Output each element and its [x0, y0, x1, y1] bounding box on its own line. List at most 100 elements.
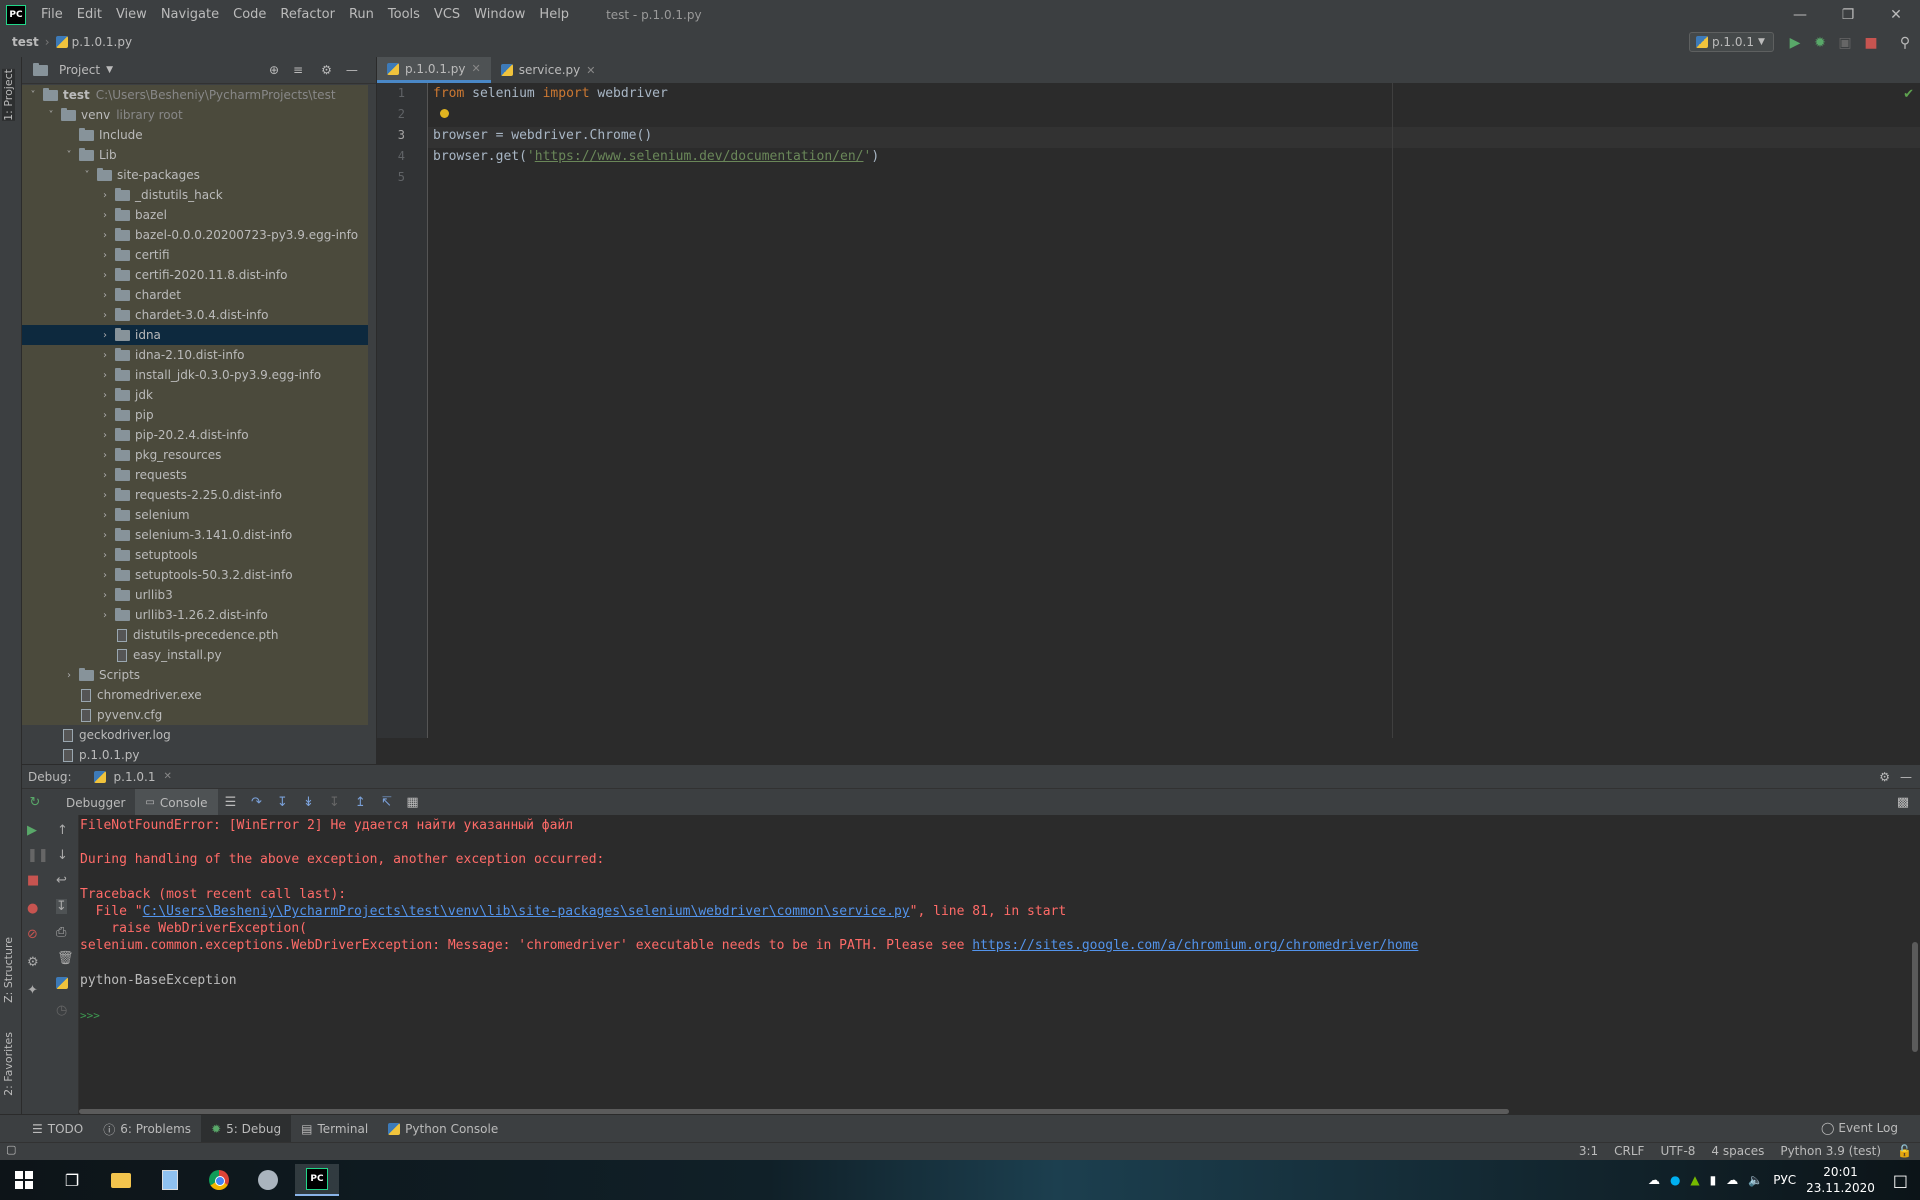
volume-icon[interactable]: 🔈	[1748, 1173, 1763, 1187]
chevron-right-icon[interactable]: ›	[98, 610, 112, 621]
minimize-icon[interactable]: —	[1776, 0, 1824, 29]
chevron-right-icon[interactable]: ›	[98, 210, 112, 221]
history-icon[interactable]: ◷	[56, 1003, 67, 1018]
tree-folder-item[interactable]: › requests-2.25.0.dist-info	[22, 485, 368, 505]
chevron-right-icon[interactable]: ›	[98, 290, 112, 301]
step-into-my-code-icon[interactable]: ↡	[296, 795, 322, 810]
chevron-right-icon[interactable]: ›	[98, 490, 112, 501]
python-console-icon[interactable]	[56, 977, 68, 993]
menu-icon[interactable]: ☰	[218, 795, 244, 810]
hide-panel-icon[interactable]: —	[1900, 770, 1912, 784]
run-configuration-select[interactable]: p.1.0.1 ▼	[1689, 32, 1774, 52]
chevron-down-icon[interactable]: ˅	[26, 90, 40, 101]
rerun-icon[interactable]: ↻	[22, 795, 48, 810]
lock-icon[interactable]: 🔓	[1897, 1144, 1912, 1158]
close-icon[interactable]: ✕	[163, 771, 171, 782]
search-icon[interactable]: ⚲	[1896, 34, 1914, 52]
project-panel-title[interactable]: Project	[59, 63, 100, 77]
gear-icon[interactable]: ⚙	[321, 63, 332, 77]
tree-folder-item[interactable]: ˅ site-packages	[22, 165, 368, 185]
tree-folder-item[interactable]: ˅ venv library root	[22, 105, 368, 125]
chevron-right-icon[interactable]: ›	[98, 370, 112, 381]
tree-folder-item[interactable]: › Scripts	[22, 665, 368, 685]
up-arrow-icon[interactable]: ↑	[57, 823, 68, 838]
chevron-right-icon[interactable]: ›	[98, 310, 112, 321]
tab-debug[interactable]: ✹ 5: Debug	[201, 1115, 292, 1143]
tree-folder-item[interactable]: › pip	[22, 405, 368, 425]
chevron-right-icon[interactable]: ›	[62, 670, 76, 681]
stop-icon[interactable]: ■	[27, 873, 39, 888]
menu-vcs[interactable]: VCS	[427, 7, 467, 22]
traceback-file-link[interactable]: C:\Users\Besheniy\PycharmProjects\test\v…	[143, 904, 910, 919]
tree-folder-item[interactable]: › setuptools	[22, 545, 368, 565]
tree-folder-item[interactable]: › pip-20.2.4.dist-info	[22, 425, 368, 445]
tab-project[interactable]: 1: Project	[2, 69, 15, 121]
menu-run[interactable]: Run	[342, 7, 381, 22]
trash-icon[interactable]: 🗑	[57, 951, 74, 966]
step-over-icon[interactable]: ↷	[244, 795, 270, 810]
chevron-right-icon[interactable]: ›	[98, 350, 112, 361]
menu-view[interactable]: View	[109, 7, 154, 22]
chevron-right-icon[interactable]: ›	[98, 330, 112, 341]
tree-folder-item[interactable]: › jdk	[22, 385, 368, 405]
tab-problems[interactable]: ⓘ 6: Problems	[93, 1115, 201, 1143]
tree-file-item[interactable]: pyvenv.cfg	[22, 705, 368, 725]
pause-icon[interactable]: ❚❚	[27, 848, 49, 863]
debug-session-tab[interactable]: p.1.0.1	[114, 770, 156, 784]
notepad-icon[interactable]	[148, 1164, 192, 1196]
chevron-right-icon[interactable]: ›	[98, 410, 112, 421]
chevron-right-icon[interactable]: ›	[98, 450, 112, 461]
language-indicator[interactable]: РУС	[1773, 1173, 1796, 1187]
chevron-down-icon[interactable]: ˅	[80, 170, 94, 181]
chevron-right-icon[interactable]: ›	[98, 390, 112, 401]
tree-folder-item[interactable]: › _distutils_hack	[22, 185, 368, 205]
python-interpreter[interactable]: Python 3.9 (test)	[1780, 1144, 1881, 1158]
layout-icon[interactable]: ▩	[1890, 795, 1916, 810]
tree-folder-item[interactable]: › bazel-0.0.0.20200723-py3.9.egg-info	[22, 225, 368, 245]
tree-folder-item[interactable]: ˅ test C:\Users\Besheniy\PycharmProjects\t…	[22, 85, 368, 105]
tree-folder-item[interactable]: › certifi-2020.11.8.dist-info	[22, 265, 368, 285]
tab-service-py[interactable]: service.py ✕	[491, 57, 606, 83]
menu-navigate[interactable]: Navigate	[154, 7, 226, 22]
chevron-right-icon[interactable]: ›	[98, 190, 112, 201]
windows-start-icon[interactable]	[2, 1164, 46, 1196]
pycharm-taskbar-icon[interactable]: PC	[295, 1164, 339, 1196]
tree-folder-item[interactable]: › urllib3	[22, 585, 368, 605]
tree-folder-item[interactable]: › idna-2.10.dist-info	[22, 345, 368, 365]
tree-folder-item[interactable]: › requests	[22, 465, 368, 485]
chevron-right-icon[interactable]: ›	[98, 570, 112, 581]
tree-folder-item[interactable]: › idna	[22, 325, 368, 345]
down-arrow-icon[interactable]: ↓	[57, 848, 68, 863]
hide-panel-icon[interactable]: —	[346, 63, 358, 77]
locate-icon[interactable]: ⊕	[269, 63, 279, 77]
tree-folder-item[interactable]: › urllib3-1.26.2.dist-info	[22, 605, 368, 625]
console-vertical-scrollbar[interactable]	[1912, 942, 1918, 1052]
menu-tools[interactable]: Tools	[381, 7, 427, 22]
chevron-right-icon[interactable]: ›	[98, 530, 112, 541]
breadcrumb-file[interactable]: p.1.0.1.py	[72, 35, 133, 49]
mute-breakpoints-icon[interactable]: ⊘	[27, 927, 38, 942]
tree-folder-item[interactable]: › pkg_resources	[22, 445, 368, 465]
debug-icon[interactable]: ✹	[1811, 34, 1829, 52]
file-explorer-icon[interactable]	[99, 1164, 143, 1196]
tree-file-item[interactable]: distutils-precedence.pth	[22, 625, 368, 645]
tab-debugger[interactable]: Debugger	[56, 789, 135, 816]
battery-icon[interactable]: ▮	[1710, 1173, 1717, 1187]
chevron-right-icon[interactable]: ›	[98, 430, 112, 441]
tree-file-item[interactable]: geckodriver.log	[22, 725, 368, 745]
caret-position[interactable]: 3:1	[1579, 1144, 1598, 1158]
resume-icon[interactable]: ▶	[27, 823, 37, 838]
console-prompt[interactable]: >>>	[80, 1009, 100, 1022]
chevron-right-icon[interactable]: ›	[98, 270, 112, 281]
chevron-right-icon[interactable]: ›	[98, 510, 112, 521]
soft-wrap-icon[interactable]: ↩	[56, 873, 67, 888]
tab-structure[interactable]: Z: Structure	[2, 937, 15, 1003]
tree-folder-item[interactable]: ˅ Lib	[22, 145, 368, 165]
skype-icon[interactable]: ●	[1670, 1173, 1680, 1187]
menu-refactor[interactable]: Refactor	[273, 7, 342, 22]
tree-file-item[interactable]: chromedriver.exe	[22, 685, 368, 705]
tab-terminal[interactable]: ▤ Terminal	[291, 1115, 378, 1143]
tree-folder-item[interactable]: › chardet	[22, 285, 368, 305]
nvidia-icon[interactable]: ▲	[1690, 1173, 1699, 1187]
chevron-right-icon[interactable]: ›	[98, 250, 112, 261]
